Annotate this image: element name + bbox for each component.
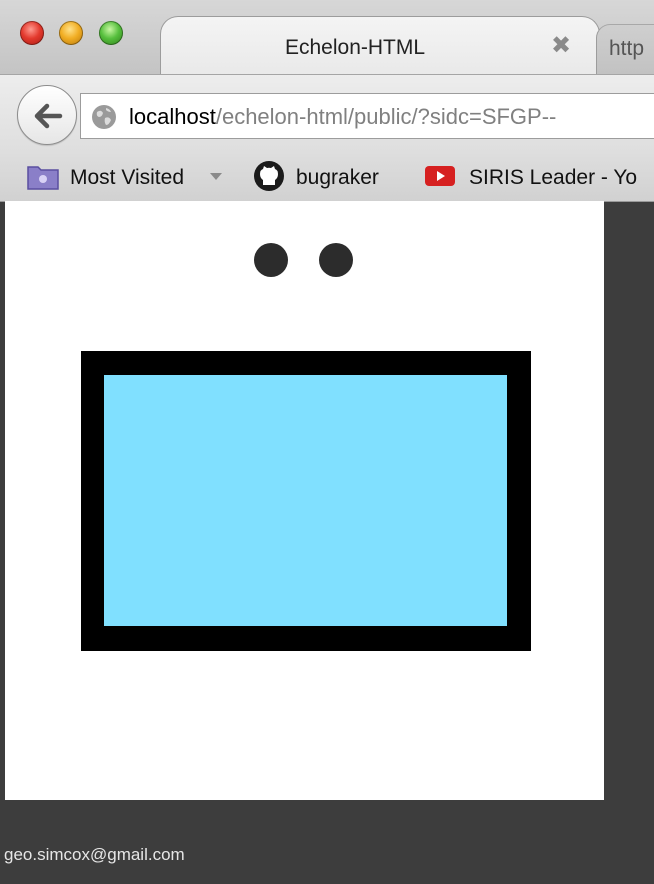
- bookmark-label: SIRIS Leader - Yo: [469, 166, 638, 189]
- page-content: [5, 201, 604, 800]
- back-arrow-icon: [34, 103, 63, 129]
- bookmarks-bar: Most Visited bugraker SIRIS Leader - Yo: [0, 152, 654, 201]
- bookmark-label: Most Visited: [70, 166, 184, 189]
- indicator-dot: [319, 243, 353, 277]
- github-icon: [254, 161, 284, 191]
- tab-active[interactable]: Echelon-HTML ✖: [160, 16, 600, 76]
- zoom-window-button[interactable]: [99, 21, 123, 45]
- browser-chrome: Echelon-HTML ✖ http localhost/echelon-ht…: [0, 0, 654, 202]
- tab-inactive-title: http: [609, 37, 645, 60]
- navigation-bar: localhost/echelon-html/public/?sidc=SFGP…: [0, 74, 654, 153]
- youtube-icon: [425, 166, 455, 186]
- bookmark-label: bugraker: [296, 166, 379, 189]
- folder-icon: [27, 166, 59, 190]
- url-bar[interactable]: localhost/echelon-html/public/?sidc=SFGP…: [80, 93, 654, 139]
- indicator-dot: [254, 243, 288, 277]
- close-window-button[interactable]: [20, 21, 44, 45]
- url-path: /echelon-html/public/?sidc=SFGP--: [215, 104, 557, 129]
- globe-icon: [92, 105, 116, 129]
- tab-title: Echelon-HTML: [285, 36, 426, 59]
- tab-inactive[interactable]: http: [596, 24, 654, 74]
- minimize-window-button[interactable]: [59, 21, 83, 45]
- symbol-fill: [104, 375, 507, 626]
- back-button[interactable]: [17, 85, 77, 145]
- tab-strip: Echelon-HTML ✖ http: [0, 0, 654, 76]
- footer-email: geo.simcox@gmail.com: [4, 845, 185, 864]
- url-host: localhost: [129, 104, 216, 129]
- url-text: localhost/echelon-html/public/?sidc=SFGP…: [129, 104, 556, 130]
- chevron-down-icon: [210, 173, 222, 180]
- tab-close-icon[interactable]: ✖: [551, 31, 571, 60]
- symbol-frame: [81, 351, 531, 651]
